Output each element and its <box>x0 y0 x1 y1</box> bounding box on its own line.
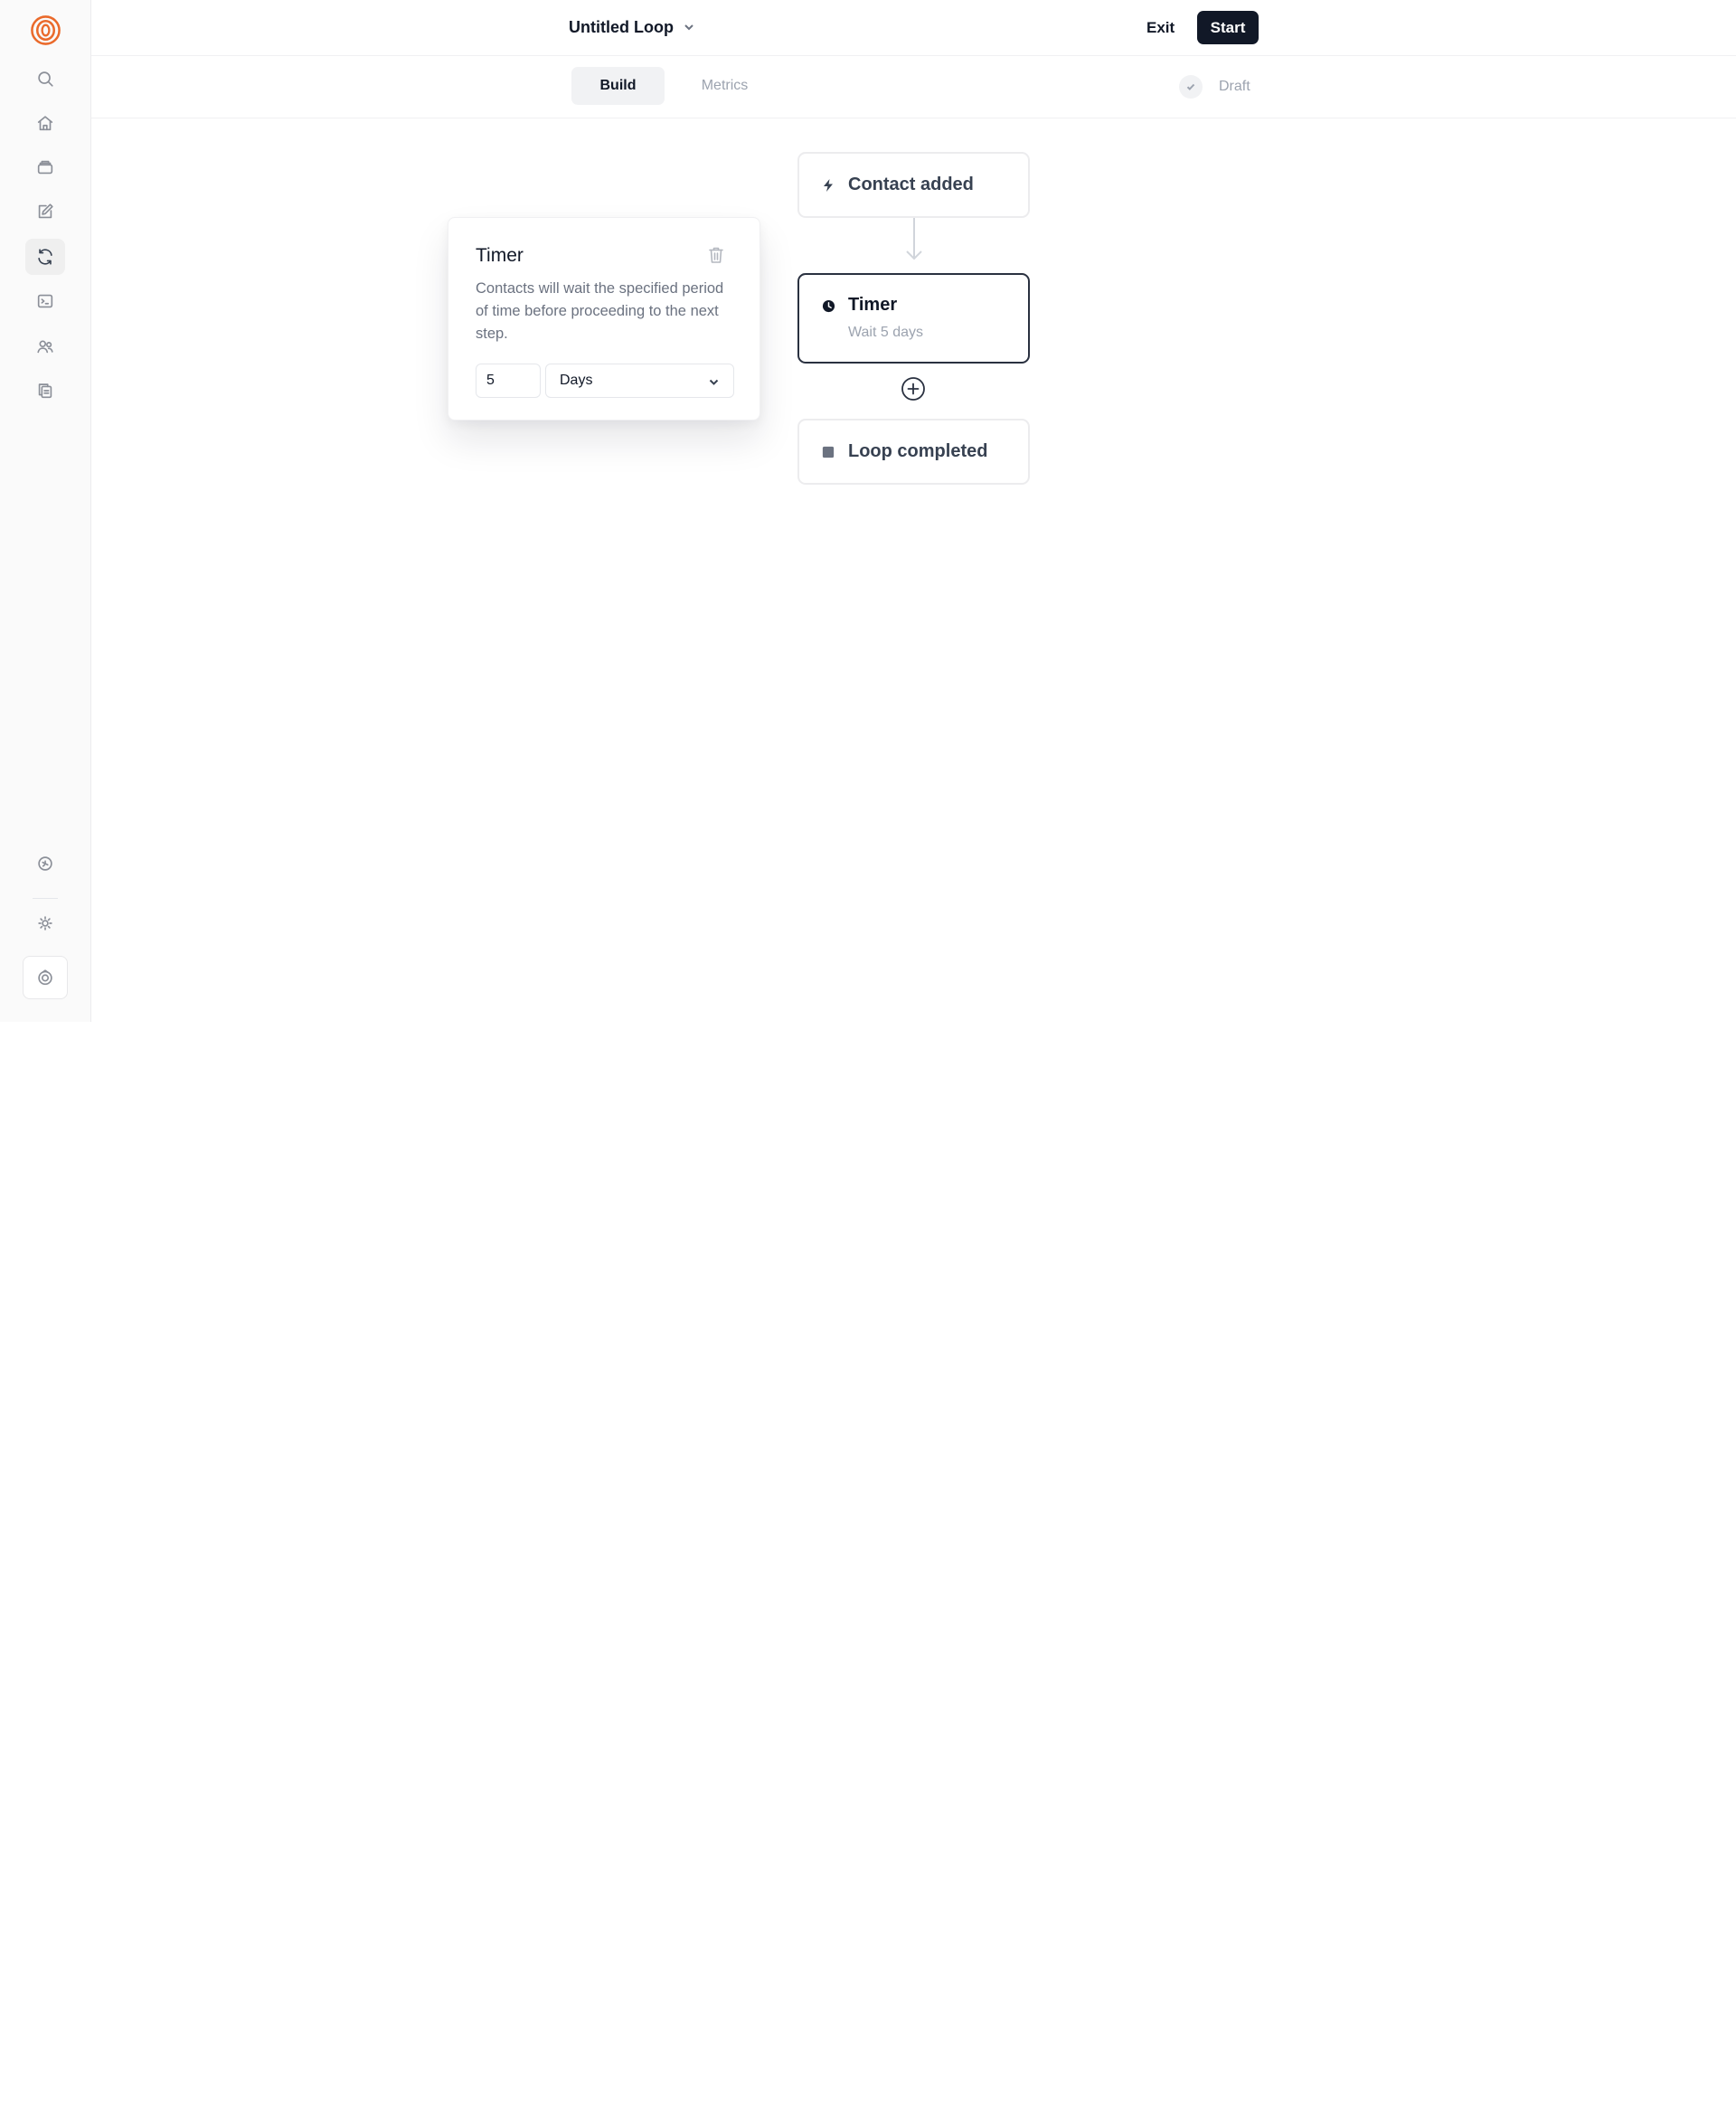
edit-icon <box>38 203 53 219</box>
chevron-down-icon <box>709 379 719 385</box>
help-circle-icon <box>38 856 52 871</box>
users-icon <box>37 340 53 354</box>
trigger-node[interactable]: Contact added <box>797 152 1030 218</box>
wait-amount-input[interactable]: 5 <box>476 364 541 398</box>
sidebar-inbox-button[interactable] <box>25 149 65 185</box>
app-root: Untitled Loop Exit Start Build Metrics D… <box>0 0 1736 1022</box>
sidebar-help-button[interactable] <box>25 846 65 882</box>
timer-node-subtitle: Wait 5 days <box>848 325 923 340</box>
popover-title: Timer <box>476 245 524 266</box>
end-node[interactable]: Loop completed <box>797 419 1030 485</box>
connector-arrow <box>906 218 922 260</box>
loop-title-dropdown[interactable]: Untitled Loop <box>569 15 695 39</box>
loop-spiral-logo[interactable] <box>30 14 61 46</box>
sidebar-theme-button[interactable] <box>25 905 65 941</box>
end-node-title: Loop completed <box>848 441 988 461</box>
clock-icon <box>821 298 835 313</box>
stop-square-icon <box>821 445 835 459</box>
wait-unit-value: Days <box>560 373 593 388</box>
start-button[interactable]: Start <box>1197 11 1259 44</box>
check-icon <box>1179 75 1203 99</box>
delete-step-button[interactable] <box>707 245 727 267</box>
wait-unit-select[interactable]: Days <box>545 364 734 398</box>
timer-node[interactable]: Timer Wait 5 days <box>797 273 1030 364</box>
trash-icon <box>709 247 723 263</box>
status-label: Draft <box>1219 79 1250 94</box>
add-step-plus-icon[interactable] <box>901 376 926 402</box>
loops-refresh-icon <box>38 249 52 265</box>
account-avatar-icon <box>38 969 52 986</box>
sidebar-search-button[interactable] <box>25 61 65 97</box>
inbox-icon <box>37 160 53 175</box>
sidebar-home-button[interactable] <box>25 105 65 141</box>
exit-button[interactable]: Exit <box>1136 13 1185 43</box>
sidebar <box>0 0 91 1022</box>
account-button[interactable] <box>23 956 68 999</box>
trigger-node-title: Contact added <box>848 175 974 194</box>
timer-node-title: Timer <box>848 295 898 315</box>
timer-settings-popover: Timer Contacts will wait the specified p… <box>448 217 760 420</box>
loop-title: Untitled Loop <box>569 17 674 36</box>
draft-status: Draft <box>1179 74 1250 99</box>
sidebar-terminal-button[interactable] <box>25 283 65 319</box>
home-icon <box>37 116 53 131</box>
sidebar-loops-button[interactable] <box>25 239 65 275</box>
lightning-icon <box>821 178 835 193</box>
sun-theme-icon <box>38 916 52 931</box>
sidebar-users-button[interactable] <box>25 328 65 364</box>
top-bar: Untitled Loop Exit Start <box>91 0 1736 56</box>
sidebar-edit-button[interactable] <box>25 194 65 230</box>
copy-documents-icon <box>38 383 52 399</box>
tab-metrics[interactable]: Metrics <box>678 67 771 105</box>
sub-bar: Build Metrics Draft <box>91 56 1736 118</box>
search-icon <box>38 71 53 87</box>
sidebar-divider <box>33 898 58 899</box>
tab-build[interactable]: Build <box>571 67 665 105</box>
terminal-icon <box>37 294 53 308</box>
sidebar-copy-button[interactable] <box>25 373 65 409</box>
chevron-down-icon <box>684 24 693 31</box>
popover-description: Contacts will wait the specified period … <box>476 280 724 342</box>
